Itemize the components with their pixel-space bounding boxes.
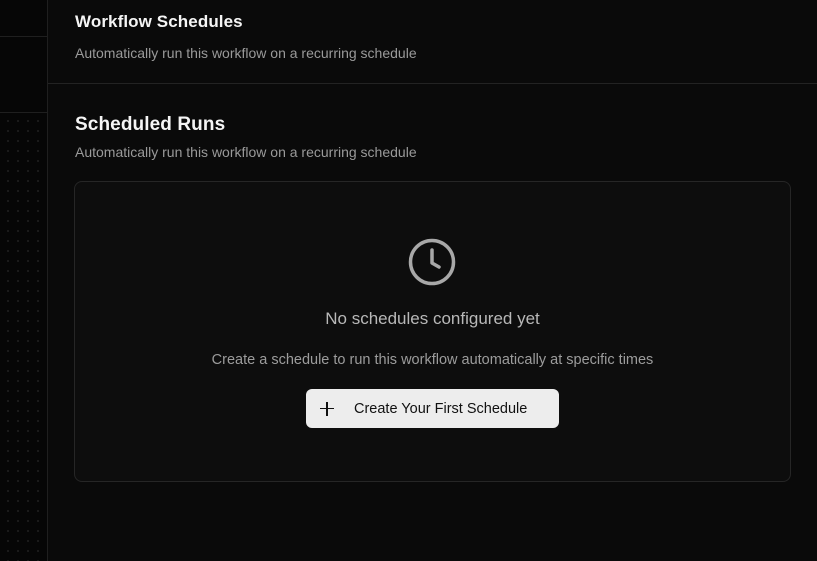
empty-state-description: Create a schedule to run this workflow a… (211, 352, 654, 368)
plus-icon (320, 401, 334, 416)
scheduled-runs-title: Scheduled Runs (75, 114, 226, 135)
app-root: Workflow Schedules Automatically run thi… (0, 0, 817, 561)
clock-icon (408, 238, 456, 286)
workflow-schedules-section: Workflow Schedules Automatically run thi… (48, 0, 817, 84)
rail-divider (0, 36, 47, 37)
workflow-schedules-description: Automatically run this workflow on a rec… (75, 45, 417, 61)
empty-state-title: No schedules configured yet (325, 309, 540, 328)
create-first-schedule-button[interactable]: Create Your First Schedule (306, 389, 559, 428)
empty-state-card: No schedules configured yet Create a sch… (74, 181, 791, 482)
workflow-schedules-title: Workflow Schedules (75, 12, 243, 31)
canvas-dot-grid (0, 113, 47, 561)
left-canvas-rail (0, 0, 48, 561)
create-first-schedule-label: Create Your First Schedule (354, 400, 528, 417)
schedules-panel: Workflow Schedules Automatically run thi… (48, 0, 817, 561)
scheduled-runs-description: Automatically run this workflow on a rec… (75, 144, 417, 160)
